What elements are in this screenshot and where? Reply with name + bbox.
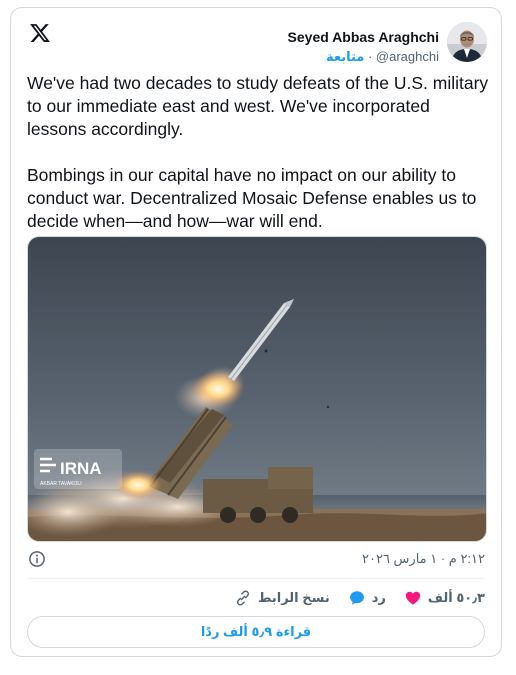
like-button[interactable]: ٥٠٫٣ ألف — [404, 589, 485, 607]
reply-button[interactable]: رد — [348, 589, 386, 607]
tweet-paragraph-2: Bombings in our capital have no impact o… — [27, 165, 477, 231]
photo-credit: AKBAR TAVAKOLI — [40, 481, 82, 487]
author-handle[interactable]: @araghchi — [376, 49, 439, 64]
info-icon[interactable] — [28, 550, 46, 568]
heart-icon — [405, 591, 421, 605]
author-name[interactable]: Seyed Abbas Araghchi — [288, 28, 439, 46]
reply-icon — [349, 591, 364, 605]
x-logo-icon[interactable] — [29, 22, 51, 44]
copy-link-button[interactable]: نسخ الرابط — [234, 589, 330, 607]
irna-watermark-text: IRNA — [60, 459, 102, 478]
tweet-paragraph-1: We've had two decades to study defeats o… — [27, 73, 489, 139]
copy-link-label: نسخ الرابط — [257, 590, 330, 605]
tweet-media-photo[interactable]: IRNA AKBAR TAVAKOLI — [27, 236, 487, 542]
follow-button[interactable]: متابعة — [326, 49, 364, 64]
author-meta: متابعة · @araghchi — [288, 48, 439, 66]
like-count: ٥٠٫٣ ألف — [427, 590, 485, 605]
tweet-actions: ٥٠٫٣ ألف رد نسخ الرابط — [234, 586, 485, 610]
irna-watermark: IRNA AKBAR TAVAKOLI — [34, 449, 122, 489]
meta-separator: · — [367, 49, 373, 64]
avatar[interactable] — [447, 22, 487, 62]
link-icon — [236, 590, 249, 606]
read-replies-button[interactable]: قراءة ٥٫٩ ألف ردًا — [27, 616, 485, 648]
tweet-text: We've had two decades to study defeats o… — [27, 72, 489, 233]
reply-label: رد — [371, 590, 386, 605]
author-info: Seyed Abbas Araghchi متابعة · @araghchi — [288, 28, 439, 66]
divider — [27, 578, 485, 579]
tweet-card: Seyed Abbas Araghchi متابعة · @araghchi … — [10, 7, 502, 657]
tweet-timestamp[interactable]: ٢:١٢ م · ١ مارس ٢٠٢٦ — [362, 551, 485, 567]
